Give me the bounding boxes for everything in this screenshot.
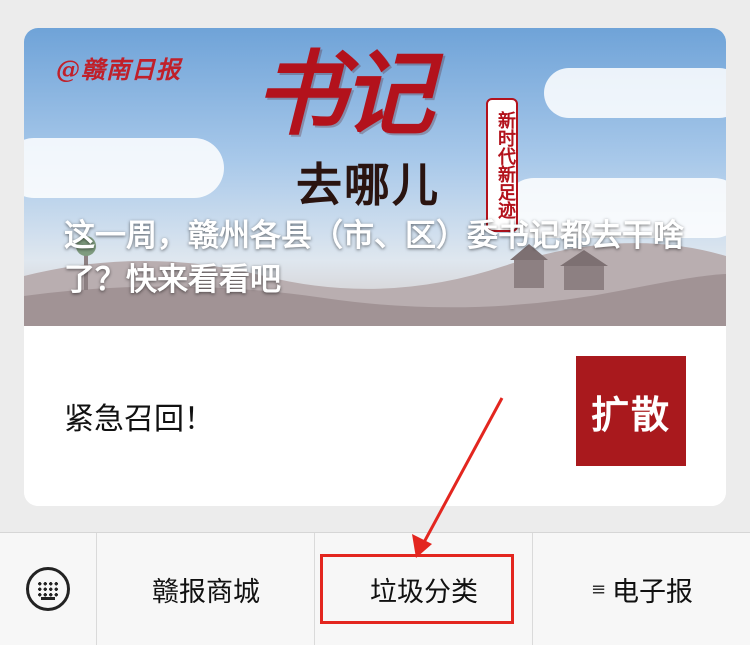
menu-item-label: 电子报: [612, 576, 694, 608]
keyboard-toggle-button[interactable]: [0, 533, 96, 645]
cloud-decoration: [24, 138, 224, 198]
banner-sub-title: 去哪儿: [296, 158, 440, 212]
list-item[interactable]: 紧急召回！ 扩散: [24, 326, 726, 506]
banner-vertical-tag: 新时代新足迹: [486, 98, 518, 232]
article-thumbnail[interactable]: 扩散: [576, 356, 686, 466]
menu-item-label: 赣报商城: [152, 576, 260, 608]
article-title[interactable]: 紧急召回！: [64, 394, 214, 438]
menu-lines-icon: ≡: [590, 578, 607, 600]
cloud-decoration: [544, 68, 726, 118]
article-headline[interactable]: 这一周，赣州各县（市、区）委书记都去干啥了？快来看看吧: [64, 214, 704, 302]
menu-item-e-paper[interactable]: ≡ 电子报: [532, 533, 750, 645]
keyboard-icon: [26, 567, 70, 611]
banner-big-title: 书记: [254, 40, 434, 148]
newspaper-logo: @赣南日报: [56, 55, 181, 84]
annotation-highlight-box: [320, 554, 514, 624]
menu-item-mall[interactable]: 赣报商城: [96, 533, 315, 645]
article-card: @赣南日报 书记 新时代新足迹 去哪儿 这一周，赣州各县（市、区）委书记都去干啥…: [24, 28, 726, 506]
thumbnail-text: 扩散: [590, 392, 671, 437]
article-banner[interactable]: @赣南日报 书记 新时代新足迹 去哪儿 这一周，赣州各县（市、区）委书记都去干啥…: [24, 28, 726, 326]
